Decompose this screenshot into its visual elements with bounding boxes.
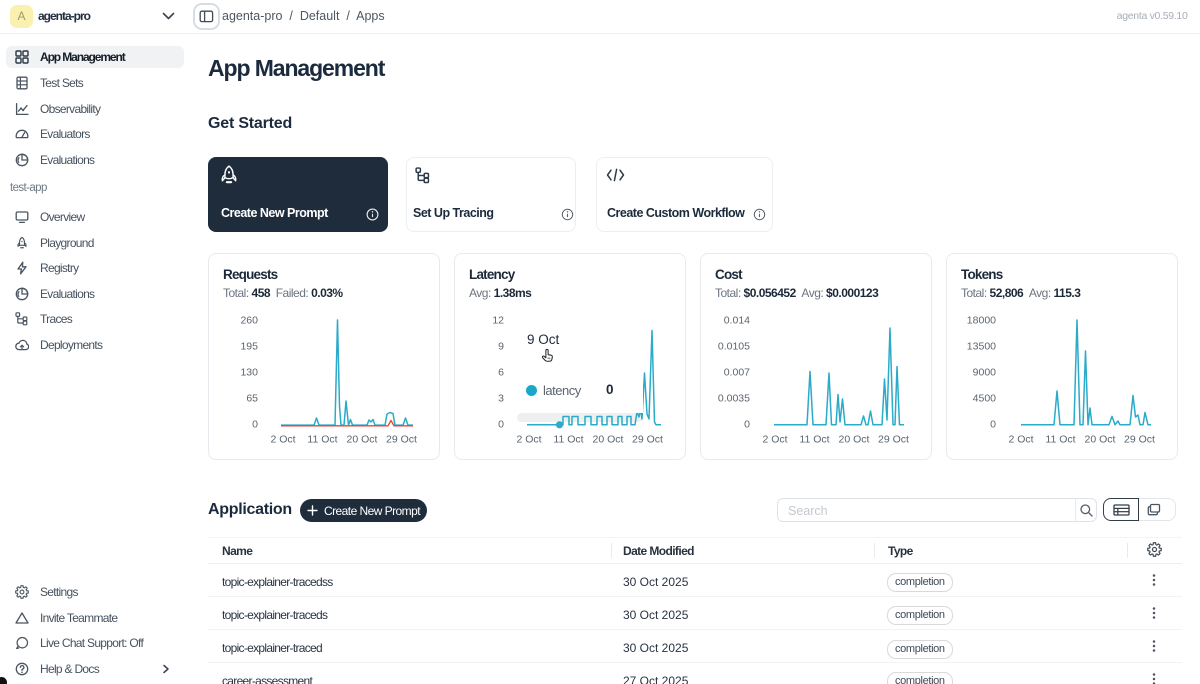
svg-text:20 Oct: 20 Oct [839, 434, 870, 446]
svg-text:12: 12 [492, 315, 504, 327]
svg-text:4500: 4500 [973, 393, 997, 405]
svg-text:13500: 13500 [967, 341, 996, 353]
svg-text:2 Oct: 2 Oct [762, 434, 787, 446]
svg-text:0: 0 [990, 419, 996, 431]
svg-text:20 Oct: 20 Oct [1085, 434, 1116, 446]
svg-text:260: 260 [240, 315, 258, 327]
svg-text:130: 130 [240, 367, 258, 379]
svg-text:11 Oct: 11 Oct [799, 434, 829, 446]
svg-text:29 Oct: 29 Oct [878, 434, 909, 446]
svg-text:2 Oct: 2 Oct [1008, 434, 1033, 446]
svg-text:20 Oct: 20 Oct [347, 434, 378, 446]
svg-text:2 Oct: 2 Oct [270, 434, 295, 446]
svg-text:29 Oct: 29 Oct [632, 434, 663, 446]
svg-text:9000: 9000 [973, 367, 997, 379]
svg-text:29 Oct: 29 Oct [386, 434, 417, 446]
svg-text:0.0105: 0.0105 [718, 341, 750, 353]
svg-text:0.007: 0.007 [724, 367, 750, 379]
svg-text:0.014: 0.014 [724, 315, 750, 327]
svg-text:9: 9 [498, 341, 504, 353]
svg-text:3: 3 [498, 393, 504, 405]
svg-text:18000: 18000 [967, 315, 996, 327]
svg-text:65: 65 [246, 393, 258, 405]
svg-text:0: 0 [498, 419, 504, 431]
svg-text:29 Oct: 29 Oct [1124, 434, 1155, 446]
svg-text:11 Oct: 11 Oct [553, 434, 583, 446]
svg-text:195: 195 [240, 341, 258, 353]
svg-text:20 Oct: 20 Oct [593, 434, 624, 446]
svg-text:0: 0 [252, 419, 258, 431]
svg-text:11 Oct: 11 Oct [1045, 434, 1075, 446]
svg-text:6: 6 [498, 367, 504, 379]
svg-text:0: 0 [744, 419, 750, 431]
svg-text:11 Oct: 11 Oct [307, 434, 337, 446]
svg-text:0.0035: 0.0035 [718, 393, 750, 405]
svg-text:2 Oct: 2 Oct [516, 434, 541, 446]
